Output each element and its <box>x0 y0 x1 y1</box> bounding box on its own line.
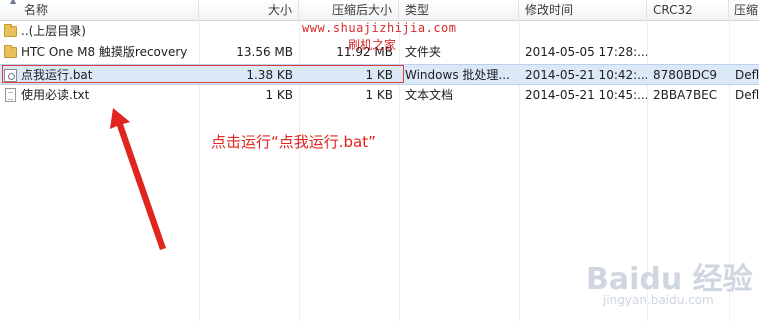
baidu-watermark-logo: Baidu 经验 <box>586 262 753 297</box>
annotation-text: 点击运行“点我运行.bat” <box>211 133 376 151</box>
baidu-watermark-url: jingyan.baidu.com <box>603 293 714 307</box>
